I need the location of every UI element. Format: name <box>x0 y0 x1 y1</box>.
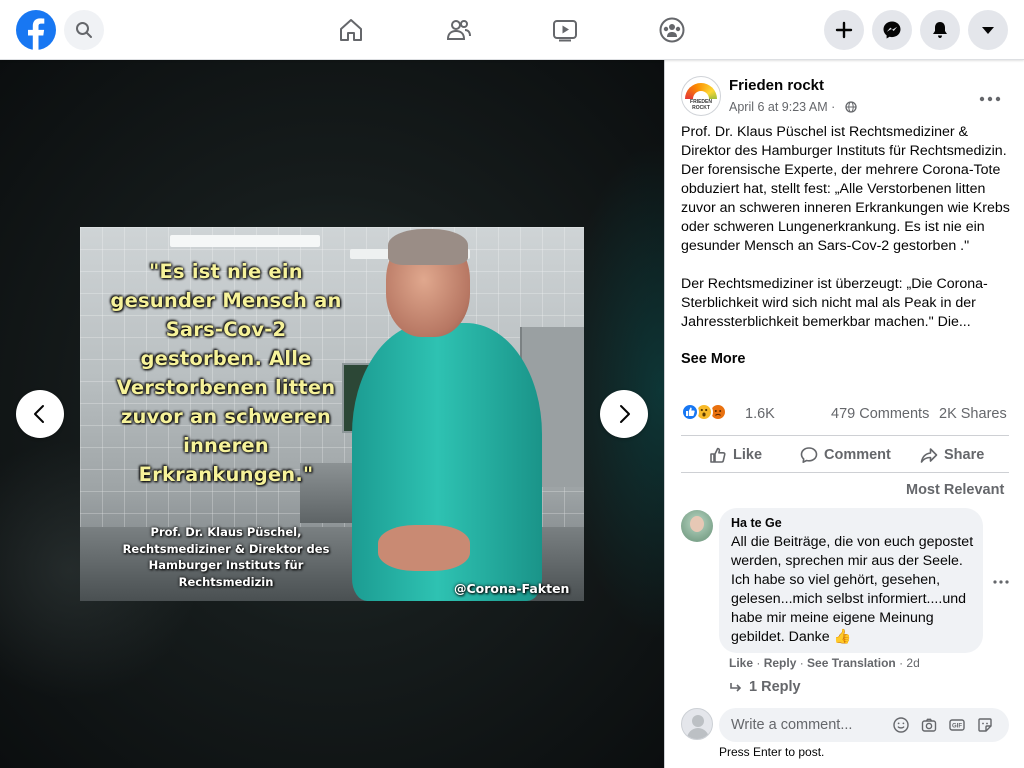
post-body-text: Prof. Dr. Klaus Püschel ist Rechtsmedizi… <box>681 124 1010 330</box>
reaction-count[interactable]: 1.6K <box>745 406 775 422</box>
nav-groups[interactable] <box>654 12 690 48</box>
groups-icon <box>659 17 685 43</box>
caret-down-icon <box>982 27 994 34</box>
facebook-logo-icon[interactable] <box>16 10 56 50</box>
comment-input[interactable]: Write a comment... GIF <box>719 708 1009 742</box>
nav-friends[interactable] <box>441 12 477 48</box>
gif-icon[interactable]: GIF <box>949 717 965 733</box>
meta-separator: · <box>831 100 836 114</box>
page-name-link[interactable]: Frieden rockt <box>729 77 824 94</box>
reply-arrow-icon <box>730 683 742 692</box>
comments-count-link[interactable]: 479 Comments <box>831 406 929 422</box>
comment-age[interactable]: 2d <box>906 656 919 670</box>
photo-watermark-handle: @Corona-Fakten <box>454 581 570 596</box>
search-icon <box>76 22 92 38</box>
friends-icon <box>446 20 471 40</box>
photo-person-hands <box>378 525 470 571</box>
commenter-avatar[interactable] <box>681 510 713 542</box>
divider <box>681 472 1009 473</box>
globe-icon[interactable] <box>845 101 857 113</box>
chevron-left-icon <box>34 405 44 423</box>
more-options-icon <box>979 96 1001 102</box>
comment-like-link[interactable]: Like <box>729 656 753 670</box>
shares-count-link[interactable]: 2K Shares <box>939 406 1007 422</box>
comment-button[interactable]: Comment <box>800 446 900 466</box>
search-button[interactable] <box>64 10 104 50</box>
divider <box>681 435 1009 436</box>
svg-text:GIF: GIF <box>952 724 962 730</box>
account-menu-button[interactable] <box>968 10 1008 50</box>
top-navigation-bar <box>0 0 1024 60</box>
nav-watch[interactable] <box>547 12 583 48</box>
create-button[interactable] <box>824 10 864 50</box>
nav-home[interactable] <box>333 12 369 48</box>
see-translation-link[interactable]: See Translation <box>807 656 896 670</box>
emoji-icon[interactable] <box>893 717 909 733</box>
chevron-right-icon <box>620 405 630 423</box>
avatar-label: FRIEDEN ROCKT <box>690 99 712 111</box>
comment-text: All die Beiträge, die von euch gepostet … <box>731 534 974 645</box>
notifications-button[interactable] <box>920 10 960 50</box>
user-avatar[interactable] <box>681 708 713 740</box>
comment-author-link[interactable]: Ha te Ge <box>731 516 782 530</box>
bell-icon <box>933 22 947 38</box>
comment-input-placeholder: Write a comment... <box>731 717 853 733</box>
photo-viewer: "Es ist nie ein gesunder Mensch an Sars-… <box>0 60 664 768</box>
comment-icon <box>800 447 818 463</box>
photo-ceiling-light <box>170 235 320 247</box>
press-enter-hint: Press Enter to post. <box>719 745 825 759</box>
sticker-icon[interactable] <box>977 717 993 733</box>
plus-icon <box>835 21 853 39</box>
post-photo[interactable]: "Es ist nie ein gesunder Mensch an Sars-… <box>80 227 584 601</box>
page-avatar[interactable]: FRIEDEN ROCKT <box>681 76 721 116</box>
like-reaction-icon <box>681 403 699 421</box>
photo-quote-text: "Es ist nie ein gesunder Mensch an Sars-… <box>110 260 342 486</box>
share-icon <box>920 448 938 463</box>
comment-reply-link[interactable]: Reply <box>764 656 797 670</box>
messenger-button[interactable] <box>872 10 912 50</box>
previous-photo-button[interactable] <box>16 390 64 438</box>
post-options-button[interactable] <box>979 86 1001 107</box>
post-timestamp[interactable]: April 6 at 9:23 AM · <box>729 100 835 114</box>
messenger-icon <box>883 21 901 39</box>
comment-sort-dropdown[interactable]: Most Relevant <box>906 482 1004 498</box>
next-photo-button[interactable] <box>600 390 648 438</box>
camera-icon[interactable] <box>921 717 937 733</box>
photo-caption-text: Prof. Dr. Klaus Püschel, Rechtsmediziner… <box>122 525 330 589</box>
comment-actions: Like · Reply · See Translation · 2d <box>729 656 920 670</box>
home-icon <box>340 19 362 41</box>
comment-bubble: Ha te Ge All die Beiträge, die von euch … <box>719 508 983 653</box>
share-button[interactable]: Share <box>920 446 1000 466</box>
thumbs-up-icon <box>710 447 726 463</box>
timestamp-text[interactable]: April 6 at 9:23 AM <box>729 100 828 114</box>
comment-options-button[interactable] <box>993 571 1009 587</box>
like-button[interactable]: Like <box>709 446 779 466</box>
post-details-panel: FRIEDEN ROCKT Frieden rockt April 6 at 9… <box>664 60 1024 768</box>
photo-person-hair <box>388 229 468 265</box>
watch-icon <box>553 20 577 42</box>
see-more-link[interactable]: See More <box>681 351 745 367</box>
more-options-icon <box>993 580 1009 584</box>
